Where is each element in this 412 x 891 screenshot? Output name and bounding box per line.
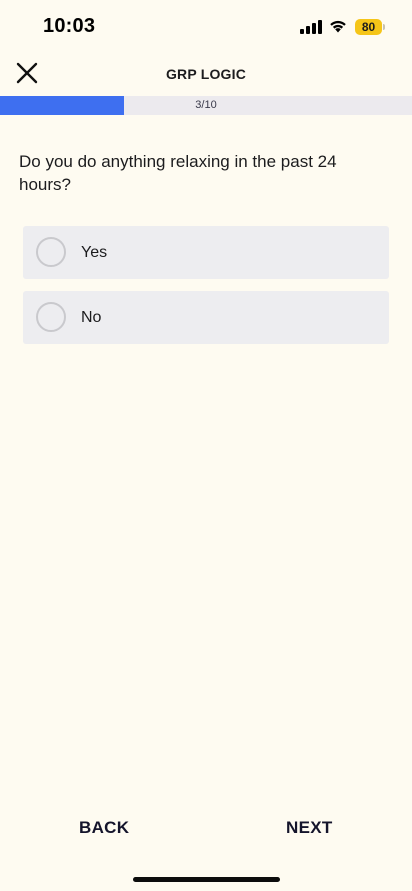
radio-button[interactable] [36,302,66,332]
option-yes[interactable]: Yes [23,226,389,279]
status-bar: 10:03 80 [0,0,412,54]
question-text: Do you do anything relaxing in the past … [19,152,337,194]
status-time: 10:03 [43,15,96,37]
option-label: No [81,309,102,326]
battery-icon: 80 [355,19,382,35]
survey-screen: 10:03 80 GRP LOGIC 3/10 Do you do anythi… [0,0,412,891]
signal-icon [300,20,322,34]
progress-text: 3/10 [195,99,217,111]
next-button[interactable]: NEXT [286,818,333,838]
progress-bar: 3/10 [0,96,412,115]
wifi-icon [330,20,346,33]
battery-cap [383,24,385,30]
battery-level: 80 [361,20,376,34]
option-no[interactable]: No [23,291,389,344]
home-indicator [133,877,280,882]
radio-button[interactable] [36,237,66,267]
page-title: GRP LOGIC [165,66,247,82]
option-label: Yes [81,244,108,261]
back-button[interactable]: BACK [79,818,129,838]
